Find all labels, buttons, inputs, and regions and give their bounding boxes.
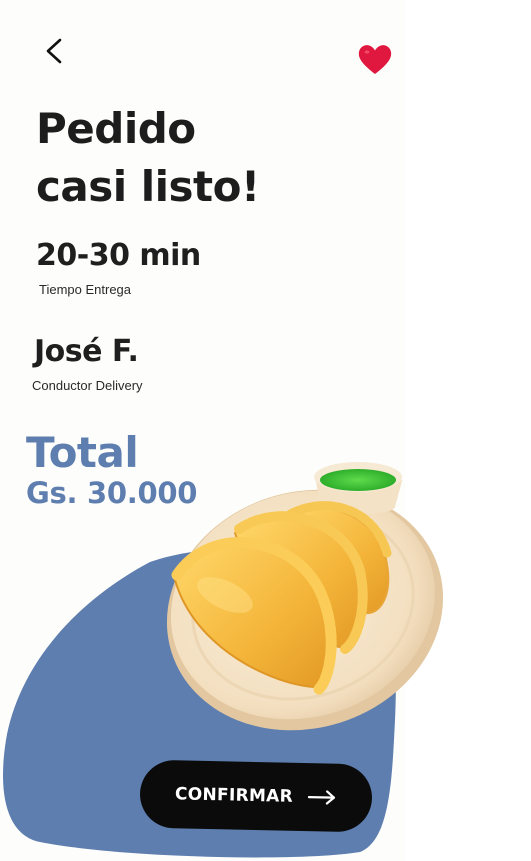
driver-name: José F. [34, 334, 139, 369]
favorite-button[interactable] [356, 42, 394, 76]
arrow-right-icon [307, 790, 336, 805]
page-title: Pedido casi listo! [36, 100, 260, 216]
title-line-2: casi listo! [36, 162, 260, 211]
confirm-button-label: CONFIRMAR [174, 784, 294, 807]
total-title: Total [26, 428, 139, 477]
delivery-time-value: 20-30 min [36, 238, 201, 273]
heart-icon [358, 45, 392, 74]
title-line-1: Pedido [36, 104, 196, 153]
chevron-left-icon [46, 38, 62, 64]
empanadas-plate-image [166, 462, 444, 731]
confirm-button[interactable]: CONFIRMAR [139, 759, 373, 833]
phone-screen: Pedido casi listo! 20-30 min Tiempo Entr… [0, 0, 444, 861]
delivery-time-label: Tiempo Entrega [39, 282, 132, 297]
back-button[interactable] [40, 34, 72, 68]
driver-label: Conductor Delivery [32, 378, 143, 393]
